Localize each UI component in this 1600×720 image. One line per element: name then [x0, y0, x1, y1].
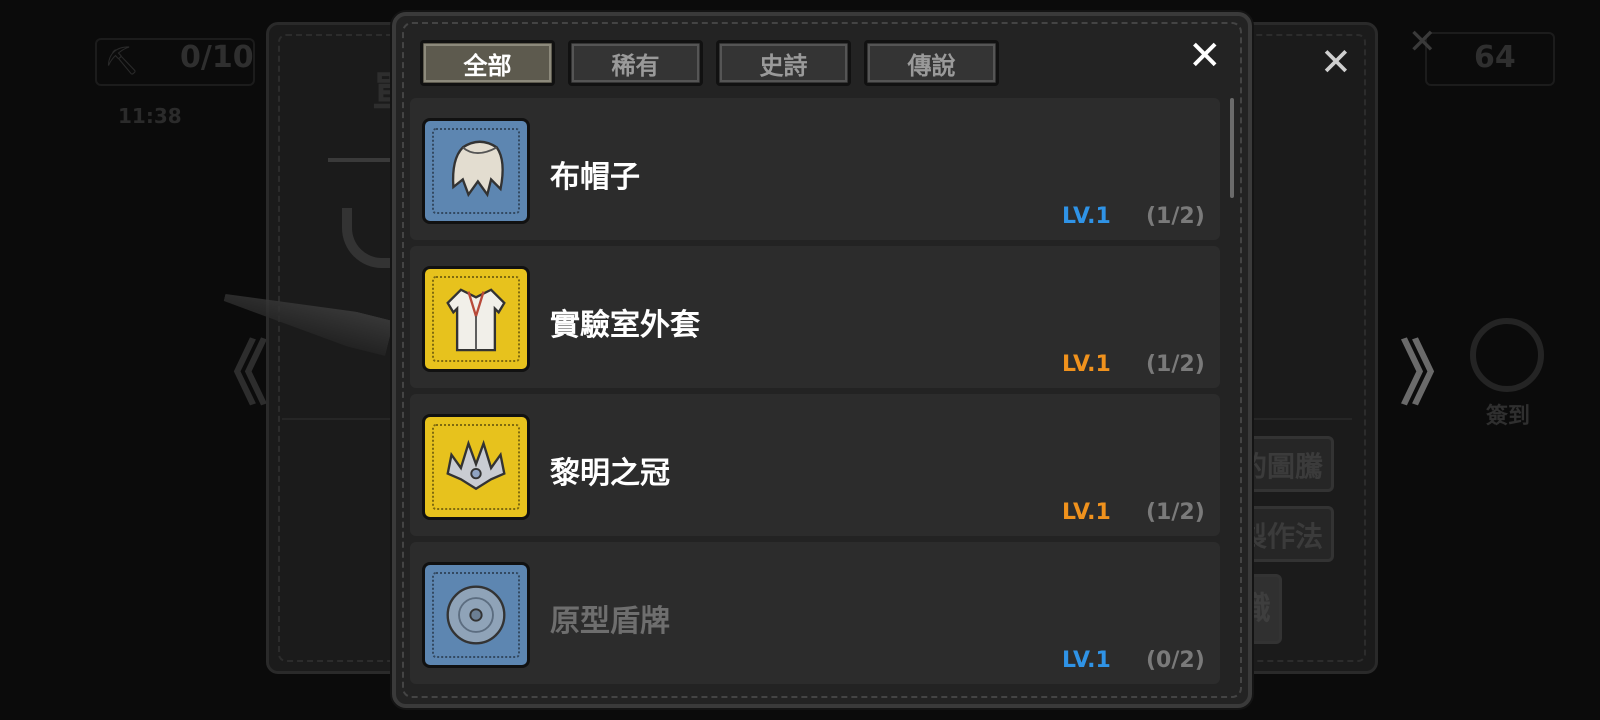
item-level: LV.1: [1062, 204, 1111, 229]
item-count: (1/2): [1146, 204, 1205, 229]
panel-close-icon: ✕: [1320, 40, 1352, 84]
list-scrollbar[interactable]: [1230, 98, 1234, 198]
timer-text: 11:38: [118, 104, 182, 128]
item-name: 黎明之冠: [550, 456, 670, 491]
lab-coat-icon: [422, 266, 530, 372]
round-shield-icon: [422, 562, 530, 668]
item-level: LV.1: [1062, 648, 1111, 673]
item-name: 布帽子: [550, 160, 640, 195]
title-underline: [328, 158, 398, 162]
item-level: LV.1: [1062, 352, 1111, 377]
currency-counter: 64: [1474, 40, 1516, 75]
item-list[interactable]: 布帽子 LV.1 (1/2) 實驗室外套 LV.1 (1/2) 黎明之冠 LV.…: [410, 98, 1220, 698]
item-name: 實驗室外套: [550, 308, 700, 343]
item-count: (1/2): [1146, 500, 1205, 525]
item-count: (0/2): [1146, 648, 1205, 673]
close-icon[interactable]: ✕: [1188, 36, 1222, 76]
item-count: (1/2): [1146, 352, 1205, 377]
crown-icon: [422, 414, 530, 520]
prev-arrow-icon: 《: [198, 333, 268, 415]
checkin-icon: [1470, 318, 1544, 392]
tab-all[interactable]: 全部: [420, 40, 555, 86]
list-item[interactable]: 布帽子 LV.1 (1/2): [410, 98, 1220, 240]
checkin-label: 簽到: [1486, 404, 1531, 429]
next-arrow-icon: 》: [1400, 333, 1470, 415]
resource-counter: 0/10: [180, 40, 254, 75]
list-item[interactable]: 黎明之冠 LV.1 (1/2): [410, 394, 1220, 536]
tab-legendary[interactable]: 傳說: [864, 40, 999, 86]
tab-epic[interactable]: 史詩: [716, 40, 851, 86]
cloth-hat-icon: [422, 118, 530, 224]
rarity-tabs: 全部 稀有 史詩 傳說: [420, 40, 999, 86]
list-item[interactable]: 實驗室外套 LV.1 (1/2): [410, 246, 1220, 388]
screen-close-icon: ✕: [1408, 22, 1437, 62]
item-name: 原型盾牌: [550, 604, 670, 639]
item-level: LV.1: [1062, 500, 1111, 525]
tab-rare[interactable]: 稀有: [568, 40, 703, 86]
list-item[interactable]: 原型盾牌 LV.1 (0/2): [410, 542, 1220, 684]
shovel-icon: ⛏: [104, 44, 140, 77]
